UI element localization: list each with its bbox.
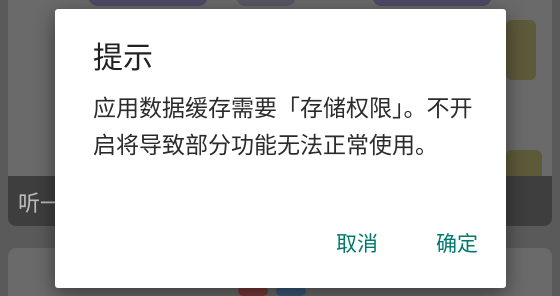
dialog-title: 提示: [93, 41, 153, 76]
dialog-actions: 取消 确定: [328, 224, 486, 262]
app-screen: 听一 提示 应用数据缓存需要「存储权限」。不开启将导致部分功能无法正常使用。 取…: [0, 0, 560, 296]
cancel-button[interactable]: 取消: [328, 224, 386, 262]
confirm-button[interactable]: 确定: [428, 224, 486, 262]
background-item: [88, 0, 208, 6]
dialog-message: 应用数据缓存需要「存储权限」。不开启将导致部分功能无法正常使用。: [93, 96, 473, 159]
permission-dialog: 提示 应用数据缓存需要「存储权限」。不开启将导致部分功能无法正常使用。 取消 确…: [55, 9, 506, 288]
background-item: [372, 0, 492, 6]
background-item: [236, 0, 296, 6]
background-item: [506, 20, 536, 80]
